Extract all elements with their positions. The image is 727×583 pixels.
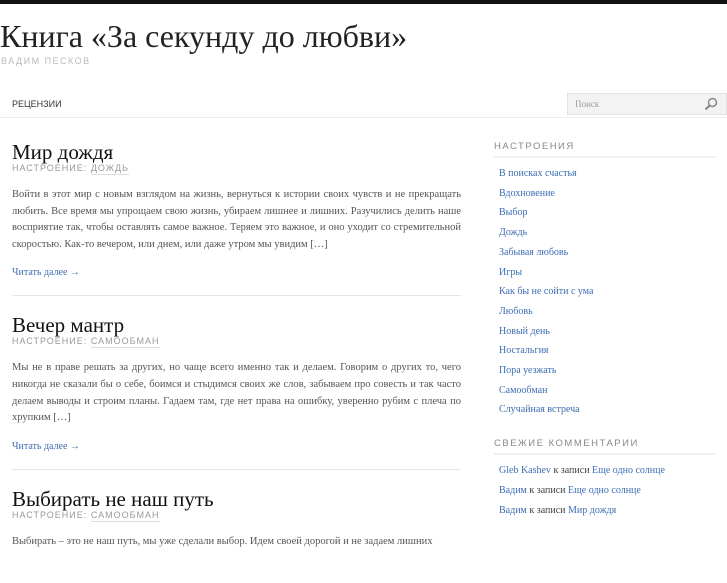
post-title[interactable]: Выбирать не наш путь	[12, 487, 461, 511]
meta-label: НАСТРОЕНИЕ:	[12, 336, 88, 347]
mood-link[interactable]: В поисках счастья	[499, 164, 716, 184]
post-title[interactable]: Вечер мантр	[12, 313, 461, 337]
read-more-link[interactable]: Читать далее →	[12, 441, 80, 452]
post-excerpt: Мы не в праве решать за других, но чаще …	[12, 362, 461, 424]
post-meta: НАСТРОЕНИЕ: ДОЖДЬ	[12, 163, 461, 175]
comment-connector: к записи	[526, 504, 568, 516]
mood-link[interactable]: Выбор	[499, 203, 716, 223]
comment-connector: к записи	[550, 465, 593, 477]
comment-post-link[interactable]: Мир дождя	[568, 505, 616, 516]
category-link[interactable]: САМООБМАН	[90, 509, 160, 522]
moods-widget: НАСТРОЕНИЯ В поисках счастья Вдохновение В…	[494, 141, 716, 420]
mood-link[interactable]: Вдохновение	[499, 184, 716, 204]
mood-link[interactable]: Игры	[499, 263, 716, 283]
site-description: ВАДИМ ПЕСКОВ	[1, 56, 91, 66]
comment-author[interactable]: Вадим	[499, 485, 527, 496]
post: Мир дождя НАСТРОЕНИЕ: ДОЖДЬ Войти в этот…	[12, 140, 461, 297]
post-meta: НАСТРОЕНИЕ: САМООБМАН	[12, 509, 461, 522]
post-excerpt: Войти в этот мир с новым взглядом на жиз…	[12, 189, 461, 250]
search-icon[interactable]	[704, 97, 718, 111]
recent-comments-widget: СВЕЖИЕ КОММЕНТАРИИ Gleb Kashev к записи …	[494, 438, 716, 520]
comment-post-link[interactable]: Еще одно солнце	[568, 485, 641, 496]
comment-connector: к записи	[526, 484, 568, 496]
mood-link[interactable]: Любовь	[499, 302, 716, 322]
comment-author[interactable]: Вадим	[499, 505, 527, 516]
meta-label: НАСТРОЕНИЕ:	[12, 163, 88, 173]
mood-link[interactable]: Самообман	[499, 381, 716, 401]
top-bar	[0, 0, 727, 4]
comment-item: Вадим к записи Еще одно солнце	[499, 481, 716, 501]
comment-item: Gleb Kashev к записи Еще одно солнце	[499, 461, 716, 481]
mood-link[interactable]: Новый день	[499, 322, 716, 342]
widget-title: СВЕЖИЕ КОММЕНТАРИИ	[494, 438, 716, 456]
mood-link[interactable]: Как бы не сойти с ума	[499, 282, 716, 302]
nav-item-reviews[interactable]: РЕЦЕНЗИИ	[12, 99, 62, 109]
main-navigation: РЕЦЕНЗИИ Поиск	[0, 92, 727, 118]
comment-item: Вадим к записи Мир дождя	[499, 501, 716, 521]
sidebar: НАСТРОЕНИЯ В поисках счастья Вдохновение В…	[494, 141, 716, 538]
post-excerpt: Выбирать – это не наш путь, мы уже сдела…	[12, 535, 433, 547]
post: Вечер мантр НАСТРОЕНИЕ: САМООБМАН Мы не …	[12, 313, 461, 470]
search-placeholder: Поиск	[575, 99, 600, 109]
post-meta: НАСТРОЕНИЕ: САМООБМАН	[12, 336, 461, 349]
mood-link[interactable]: Случайная встреча	[499, 400, 716, 420]
comment-author[interactable]: Gleb Kashev	[499, 465, 551, 476]
post-list: Мир дождя НАСТРОЕНИЕ: ДОЖДЬ Войти в этот…	[12, 130, 461, 583]
comment-post-link[interactable]: Еще одно солнце	[592, 465, 665, 476]
search-input[interactable]: Поиск	[567, 93, 727, 115]
meta-label: НАСТРОЕНИЕ:	[12, 509, 88, 520]
site-title[interactable]: Книга «За секунду до любви»	[0, 18, 407, 55]
read-more-link[interactable]: Читать далее →	[12, 267, 80, 278]
category-link[interactable]: САМООБМАН	[90, 336, 160, 349]
post: Выбирать не наш путь НАСТРОЕНИЕ: САМООБМ…	[12, 487, 461, 567]
widget-title: НАСТРОЕНИЯ	[494, 141, 716, 158]
category-link[interactable]: ДОЖДЬ	[90, 163, 130, 175]
mood-link[interactable]: Дождь	[499, 223, 716, 243]
mood-link[interactable]: Ностальгия	[499, 341, 716, 361]
mood-link[interactable]: Пора уезжать	[499, 361, 716, 381]
post-title[interactable]: Мир дождя	[12, 140, 461, 164]
mood-link[interactable]: Забывая любовь	[499, 243, 716, 263]
